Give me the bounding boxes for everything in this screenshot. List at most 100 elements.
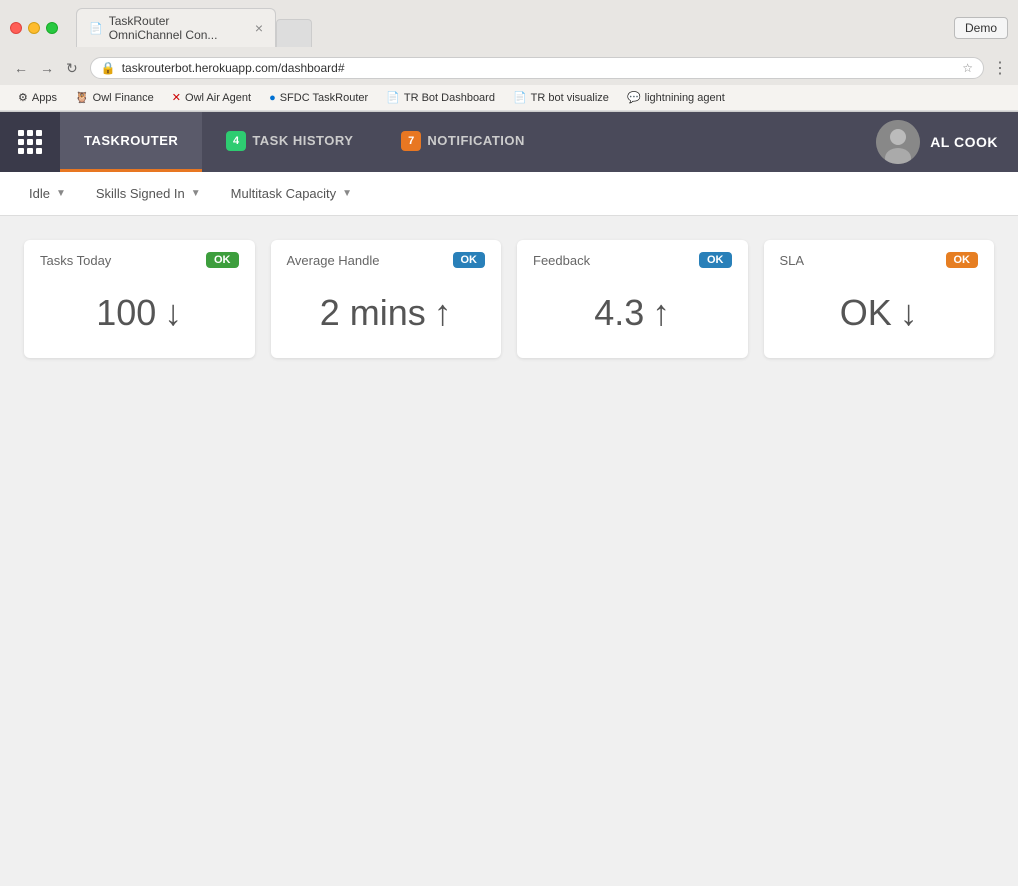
- multitask-capacity-label: Multitask Capacity: [231, 186, 336, 201]
- browser-title-bar: 📄 TaskRouter OmniChannel Con... × Demo: [0, 0, 1018, 53]
- multitask-capacity-dropdown[interactable]: Multitask Capacity ▼: [218, 179, 365, 208]
- average-handle-number: 2 mins: [320, 292, 426, 334]
- active-browser-tab[interactable]: 📄 TaskRouter OmniChannel Con... ×: [76, 8, 276, 47]
- metric-card-sla-body: OK ↓: [764, 276, 995, 358]
- sla-badge: OK: [946, 252, 979, 268]
- sla-value: OK ↓: [840, 292, 918, 334]
- metric-card-feedback-header: Feedback OK: [517, 240, 748, 276]
- browser-tab-title: TaskRouter OmniChannel Con...: [109, 14, 245, 42]
- browser-menu-button[interactable]: ⋮: [992, 58, 1008, 78]
- minimize-window-button[interactable]: [28, 22, 40, 34]
- browser-chrome: 📄 TaskRouter OmniChannel Con... × Demo ←…: [0, 0, 1018, 112]
- owl-finance-icon: 🦉: [75, 91, 89, 104]
- app-header: TASKROUTER 4 TASK HISTORY 7 NOTIFICATION…: [0, 112, 1018, 172]
- bookmark-star-icon[interactable]: ☆: [962, 61, 973, 75]
- tab-notification-label: NOTIFICATION: [427, 133, 524, 148]
- metric-card-feedback-body: 4.3 ↑: [517, 276, 748, 358]
- bookmark-owl-air-label: Owl Air Agent: [185, 92, 251, 104]
- tab-task-history-label: TASK HISTORY: [252, 133, 353, 148]
- multitask-chevron-icon: ▼: [342, 188, 352, 199]
- tasks-today-number: 100: [96, 292, 156, 334]
- metric-card-tasks-today-body: 100 ↓: [24, 276, 255, 358]
- skills-chevron-icon: ▼: [191, 188, 201, 199]
- idle-chevron-icon: ▼: [56, 188, 66, 199]
- bookmark-tr-bot-dashboard-label: TR Bot Dashboard: [404, 92, 495, 104]
- tasks-today-arrow: ↓: [164, 292, 182, 334]
- bookmark-owl-finance[interactable]: 🦉 Owl Finance: [67, 89, 162, 106]
- bookmark-owl-air-agent[interactable]: ✕ Owl Air Agent: [164, 89, 259, 106]
- close-window-button[interactable]: [10, 22, 22, 34]
- tr-bot-dash-icon: 📄: [386, 91, 400, 104]
- metric-card-sla-header: SLA OK: [764, 240, 995, 276]
- main-content: Tasks Today OK 100 ↓ Average Handle OK 2…: [0, 216, 1018, 816]
- ssl-lock-icon: 🔒: [101, 61, 116, 75]
- url-text: taskrouterbot.herokuapp.com/dashboard#: [122, 61, 957, 75]
- forward-button[interactable]: →: [36, 58, 58, 78]
- demo-button[interactable]: Demo: [954, 17, 1008, 39]
- average-handle-title: Average Handle: [287, 253, 380, 268]
- maximize-window-button[interactable]: [46, 22, 58, 34]
- task-history-badge: 4: [226, 131, 246, 151]
- back-button[interactable]: ←: [10, 58, 32, 78]
- sfdc-icon: ●: [269, 92, 276, 104]
- tab-close-button[interactable]: ×: [255, 20, 263, 36]
- bookmarks-bar: ⚙ Apps 🦉 Owl Finance ✕ Owl Air Agent ● S…: [0, 85, 1018, 111]
- bookmark-apps-label: Apps: [32, 92, 57, 104]
- address-bar[interactable]: 🔒 taskrouterbot.herokuapp.com/dashboard#…: [90, 57, 984, 79]
- tr-bot-viz-icon: 📄: [513, 91, 527, 104]
- tab-notification[interactable]: 7 NOTIFICATION: [377, 112, 548, 172]
- tasks-today-title: Tasks Today: [40, 253, 111, 268]
- metric-card-average-handle: Average Handle OK 2 mins ↑: [271, 240, 502, 358]
- main-nav: TASKROUTER 4 TASK HISTORY 7 NOTIFICATION: [60, 112, 856, 172]
- idle-label: Idle: [29, 186, 50, 201]
- browser-tab-bar: 📄 TaskRouter OmniChannel Con... ×: [66, 8, 322, 47]
- average-handle-value: 2 mins ↑: [320, 292, 452, 334]
- average-handle-badge: OK: [453, 252, 486, 268]
- avatar: [876, 120, 920, 164]
- browser-address-bar: ← → ↻ 🔒 taskrouterbot.herokuapp.com/dash…: [0, 53, 1018, 85]
- feedback-arrow: ↑: [652, 292, 670, 334]
- metric-card-feedback: Feedback OK 4.3 ↑: [517, 240, 748, 358]
- avatar-image: [876, 120, 920, 164]
- idle-dropdown[interactable]: Idle ▼: [16, 179, 79, 208]
- bookmark-lightning-agent[interactable]: 💬 lightnining agent: [619, 89, 733, 106]
- skills-signed-in-label: Skills Signed In: [96, 186, 185, 201]
- app-logo[interactable]: [0, 112, 60, 172]
- feedback-badge: OK: [699, 252, 732, 268]
- browser-nav-buttons: ← → ↻: [10, 58, 82, 79]
- lightning-icon: 💬: [627, 91, 641, 104]
- bookmark-sfdc-label: SFDC TaskRouter: [280, 92, 368, 104]
- notification-badge: 7: [401, 131, 421, 151]
- bookmark-owl-finance-label: Owl Finance: [93, 92, 154, 104]
- tab-taskrouter-label: TASKROUTER: [84, 133, 178, 148]
- sla-title: SLA: [780, 253, 805, 268]
- metric-card-tasks-today: Tasks Today OK 100 ↓: [24, 240, 255, 358]
- sla-number: OK: [840, 292, 892, 334]
- tasks-today-badge: OK: [206, 252, 239, 268]
- metric-card-sla: SLA OK OK ↓: [764, 240, 995, 358]
- metric-card-average-handle-body: 2 mins ↑: [271, 276, 502, 358]
- bookmark-tr-bot-dashboard[interactable]: 📄 TR Bot Dashboard: [378, 89, 503, 106]
- skills-signed-in-dropdown[interactable]: Skills Signed In ▼: [83, 179, 214, 208]
- sla-arrow: ↓: [900, 292, 918, 334]
- average-handle-arrow: ↑: [434, 292, 452, 334]
- toolbar: Idle ▼ Skills Signed In ▼ Multitask Capa…: [0, 172, 1018, 216]
- owl-air-icon: ✕: [172, 91, 181, 104]
- bookmark-lightning-label: lightnining agent: [645, 92, 725, 104]
- feedback-value: 4.3 ↑: [594, 292, 670, 334]
- apps-icon: ⚙: [18, 91, 28, 104]
- reload-button[interactable]: ↻: [62, 58, 82, 79]
- tab-page-icon: 📄: [89, 22, 103, 35]
- metric-card-tasks-today-header: Tasks Today OK: [24, 240, 255, 276]
- tab-taskrouter[interactable]: TASKROUTER: [60, 112, 202, 172]
- bookmark-apps[interactable]: ⚙ Apps: [10, 89, 65, 106]
- bookmark-sfdc[interactable]: ● SFDC TaskRouter: [261, 90, 376, 106]
- metric-card-average-handle-header: Average Handle OK: [271, 240, 502, 276]
- feedback-number: 4.3: [594, 292, 644, 334]
- traffic-lights: [10, 22, 58, 34]
- tab-task-history[interactable]: 4 TASK HISTORY: [202, 112, 377, 172]
- grid-icon: [18, 130, 42, 154]
- new-tab-button[interactable]: [276, 19, 312, 47]
- bookmark-tr-bot-visualize[interactable]: 📄 TR bot visualize: [505, 89, 617, 106]
- user-area: AL COOK: [856, 112, 1018, 172]
